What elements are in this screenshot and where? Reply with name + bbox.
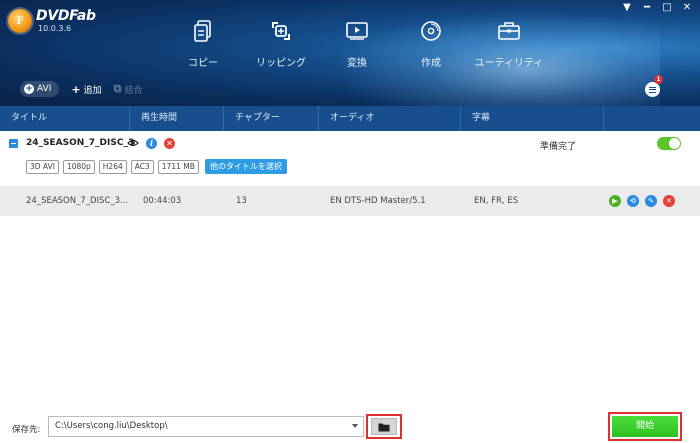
utility-icon (497, 20, 521, 42)
minimize-icon[interactable]: ━ (642, 2, 652, 14)
nav-utility[interactable]: ユーティリティ (469, 20, 549, 69)
row-subtitles[interactable]: EN, FR, ES (474, 186, 518, 216)
profile-add-icon: + (24, 84, 34, 94)
nav-ripper-label: リッピング (256, 58, 306, 69)
eye-icon[interactable] (127, 138, 139, 148)
app-logo: F DVDFab 10.0.3.6 (8, 9, 96, 34)
add-button[interactable]: + 追加 (71, 83, 101, 96)
app-version: 10.0.3.6 (38, 24, 72, 33)
nav-ripper[interactable]: リッピング (241, 20, 321, 69)
nav-copy[interactable]: コピー (163, 20, 243, 69)
folder-highlight (366, 414, 402, 439)
close-icon[interactable]: ✕ (682, 2, 692, 14)
share-icon[interactable]: ⟲ (627, 195, 639, 207)
merge-button[interactable]: ⧉ 結合 (114, 82, 143, 96)
add-label: 追加 (83, 85, 102, 96)
maximize-icon[interactable]: □ (662, 2, 672, 14)
dvdfab-logo-icon: F (8, 9, 32, 33)
disc-name: 24_SEASON_7_DISC_3 (26, 138, 135, 148)
row-duration: 00:44:03 (143, 196, 182, 206)
plus-icon: + (71, 82, 81, 96)
merge-label: 結合 (124, 85, 143, 96)
column-actions (604, 106, 700, 131)
start-button[interactable]: 開始 (612, 416, 678, 437)
play-icon[interactable]: ▶ (609, 195, 621, 207)
remove-icon[interactable]: ✕ (164, 138, 175, 149)
tag-codec: H264 (98, 159, 127, 174)
tag-audio: AC3 (130, 159, 154, 174)
column-header: タイトル 再生時間 チャプター オーディオ 字幕 (0, 106, 700, 131)
chevron-down-icon (352, 424, 358, 428)
row-title: 24_SEASON_7_DISC_3... (26, 196, 129, 206)
table-row[interactable]: 24_SEASON_7_DISC_3... 00:44:03 13 EN DTS… (0, 186, 700, 216)
start-highlight: 開始 (608, 412, 682, 441)
ripper-icon (269, 20, 293, 42)
enable-toggle[interactable] (657, 137, 681, 150)
row-audio[interactable]: EN DTS-HD Master/5.1 (330, 186, 426, 216)
app-name: DVDFab (36, 8, 96, 24)
nav-copy-label: コピー (188, 58, 218, 69)
toolbar: + AVI + 追加 ⧉ 結合 (20, 81, 143, 97)
column-title: タイトル (0, 106, 130, 131)
select-other-title-button[interactable]: 他のタイトルを選択 (204, 159, 287, 174)
profile-avi-button[interactable]: + AVI (20, 81, 60, 97)
window-controls: ▼ ━ □ ✕ (622, 2, 692, 14)
tag-size: 1711 MB (157, 159, 199, 174)
profile-label: AVI (37, 84, 52, 94)
nav-converter-label: 変換 (347, 58, 367, 69)
nav-creator[interactable]: 作成 (391, 20, 471, 69)
nav-converter[interactable]: 変換 (317, 20, 397, 69)
merge-icon: ⧉ (113, 82, 122, 95)
output-tags: 3D AVI 1080p H264 AC3 1711 MB 他のタイトルを選択 (26, 159, 287, 174)
status-text: 準備完了 (540, 142, 577, 152)
row-actions: ▶ ⟲ ✎ ✕ (609, 195, 675, 207)
column-chapters: チャプター (224, 106, 319, 131)
delete-icon[interactable]: ✕ (663, 195, 675, 207)
hamburger-icon (649, 86, 656, 93)
nav-creator-label: 作成 (421, 58, 441, 69)
copy-icon (191, 20, 215, 42)
info-icon[interactable]: i (146, 138, 157, 149)
nav-utility-label: ユーティリティ (474, 58, 544, 69)
column-audio: オーディオ (319, 106, 461, 131)
output-path-value: C:\Users\cong.liu\Desktop\ (55, 421, 168, 431)
edit-icon[interactable]: ✎ (645, 195, 657, 207)
tag-format: 3D AVI (26, 159, 59, 174)
dropdown-menu-icon[interactable]: ▼ (622, 2, 632, 14)
tag-resolution: 1080p (62, 159, 95, 174)
main-menu-button[interactable] (645, 82, 660, 97)
column-subtitles: 字幕 (461, 106, 604, 131)
app-header: F DVDFab 10.0.3.6 ▼ ━ □ ✕ コピー リッピング 変換 作… (0, 0, 700, 106)
creator-icon (419, 20, 443, 42)
title-group: 24_SEASON_7_DISC_3 i ✕ 準備完了 3D AVI 1080p… (0, 131, 700, 179)
output-path-dropdown[interactable]: C:\Users\cong.liu\Desktop\ (48, 416, 364, 437)
converter-icon (345, 20, 369, 42)
row-chapters: 13 (236, 196, 247, 206)
browse-folder-button[interactable] (371, 418, 397, 435)
module-nav: コピー リッピング 変換 作成 ユーティリティ (163, 20, 549, 69)
save-to-label: 保存先: (12, 425, 41, 435)
notification-badge: 1 (654, 75, 663, 84)
folder-icon (378, 423, 390, 431)
collapse-icon[interactable] (9, 139, 18, 148)
column-duration: 再生時間 (130, 106, 224, 131)
